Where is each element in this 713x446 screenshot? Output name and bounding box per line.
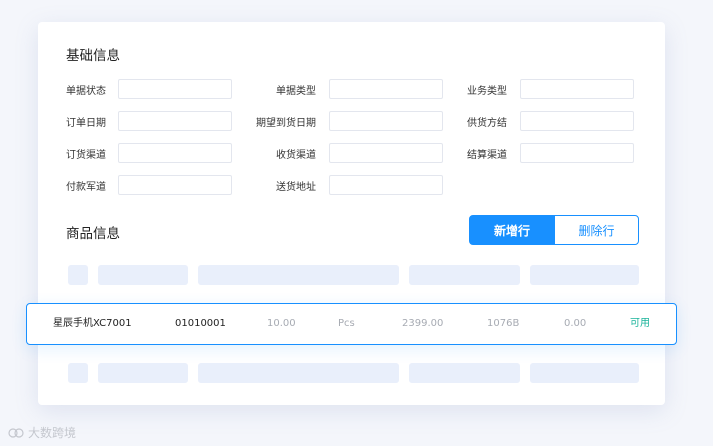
field-label-expected-date: 期望到货日期 (256, 118, 316, 129)
watermark-logo-icon (8, 427, 24, 438)
price-cell: 2399.00 (402, 318, 444, 329)
table-row-placeholder (530, 363, 639, 383)
settle-channel-input[interactable] (520, 143, 634, 163)
delivery-address-input[interactable] (329, 175, 443, 195)
biz-type-input[interactable] (520, 79, 634, 99)
supplier-input[interactable] (520, 111, 634, 131)
table-row-placeholder (198, 363, 399, 383)
doc-status-input[interactable] (118, 79, 232, 99)
status-cell: 可用 (630, 318, 650, 329)
watermark-text: 大数跨境 (28, 426, 77, 440)
field-label-order-date: 订单日期 (66, 118, 106, 129)
table-row-checkbox-placeholder (68, 363, 88, 383)
field-label-supplier: 供货方结 (467, 118, 507, 129)
table-row-placeholder (98, 363, 188, 383)
field-label-doc-status: 单据状态 (66, 86, 106, 97)
field-label-biz-type: 业务类型 (467, 86, 507, 97)
field-label-doc-type: 单据类型 (276, 86, 316, 97)
table-row-placeholder (409, 363, 520, 383)
table-header-placeholder (98, 265, 188, 285)
expected-date-input[interactable] (329, 111, 443, 131)
field-label-payment-channel: 付款军道 (66, 182, 106, 193)
delete-row-button[interactable]: 删除行 (554, 215, 639, 245)
field-label-settle-channel: 结算渠道 (467, 150, 507, 161)
order-date-input[interactable] (118, 111, 232, 131)
payment-channel-input[interactable] (118, 175, 232, 195)
discount-cell: 0.00 (564, 318, 587, 329)
table-header-placeholder (409, 265, 520, 285)
product-info-title: 商品信息 (66, 226, 120, 242)
add-row-button[interactable]: 新增行 (469, 215, 555, 245)
field-label-order-channel: 订货渠道 (66, 150, 106, 161)
table-header-checkbox-placeholder (68, 265, 88, 285)
spec-cell: 1076B (487, 318, 520, 329)
watermark: 大数跨境 (8, 424, 76, 441)
receive-channel-input[interactable] (329, 143, 443, 163)
product-code-cell: 01010001 (175, 318, 226, 329)
quantity-cell: 10.00 (267, 318, 296, 329)
table-header-placeholder (530, 265, 639, 285)
field-label-delivery-address: 送货地址 (276, 182, 316, 193)
table-header-placeholder (198, 265, 399, 285)
field-label-receive-channel: 收货渠道 (276, 150, 316, 161)
basic-info-title: 基础信息 (66, 48, 120, 64)
doc-type-input[interactable] (329, 79, 443, 99)
table-row[interactable]: 星辰手机XC7001 01010001 10.00 Pcs 2399.00 10… (26, 303, 677, 345)
order-channel-input[interactable] (118, 143, 232, 163)
product-name-cell: 星辰手机XC7001 (53, 318, 132, 329)
unit-cell: Pcs (338, 318, 355, 329)
